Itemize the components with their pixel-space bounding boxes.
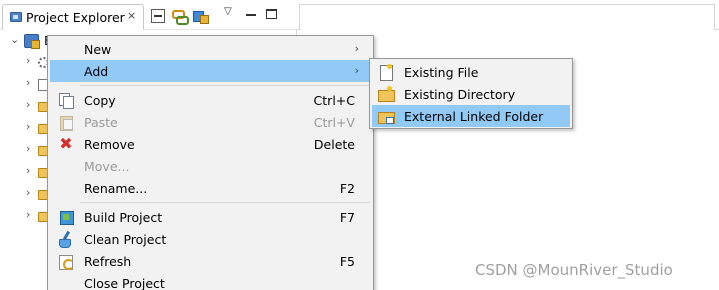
- remove-icon: ✖: [59, 134, 73, 153]
- editor-tab[interactable]: [299, 4, 715, 30]
- expand-toggle[interactable]: ›: [26, 187, 34, 198]
- watermark: CSDN @MounRiver_Studio: [475, 261, 673, 279]
- close-icon[interactable]: ×: [127, 9, 136, 22]
- editor-tabstrip: [297, 0, 719, 30]
- clean-icon: [58, 231, 74, 248]
- copy-icon: [58, 92, 74, 109]
- submenu-item-label: Existing Directory: [404, 87, 516, 102]
- submenu-item-label: External Linked Folder: [404, 109, 544, 124]
- menu-item-copy[interactable]: Copy Ctrl+C: [50, 89, 371, 111]
- menu-item-label: New: [84, 42, 112, 57]
- existing-file-icon: [378, 64, 394, 81]
- menu-item-add[interactable]: Add ›: [50, 60, 371, 82]
- submenu-item-existing-directory[interactable]: Existing Directory: [372, 83, 570, 105]
- paste-icon: [58, 114, 74, 131]
- submenu-item-external-linked-folder[interactable]: External Linked Folder: [372, 105, 570, 127]
- menu-item-new[interactable]: New ›: [50, 38, 371, 60]
- chevron-right-icon: ›: [354, 42, 359, 55]
- existing-directory-icon: [378, 86, 395, 102]
- minimize-icon[interactable]: [246, 14, 256, 16]
- menu-item-label: Remove: [84, 137, 135, 152]
- project-explorer-icon: [10, 12, 22, 22]
- menu-item-label: Build Project: [84, 210, 163, 225]
- menu-item-refresh[interactable]: Refresh F5: [50, 250, 371, 272]
- menu-item-label: Rename...: [84, 181, 148, 196]
- chevron-right-icon: ›: [354, 64, 359, 77]
- expand-toggle[interactable]: ⌄: [10, 34, 19, 45]
- view-menu-icon[interactable]: ▽: [224, 6, 232, 20]
- tab-title: Project Explorer: [26, 10, 125, 25]
- menu-item-label: Paste: [84, 115, 118, 130]
- menu-item-label: Copy: [84, 93, 116, 108]
- menu-item-close-project[interactable]: Close Project: [50, 272, 371, 290]
- linked-folder-icon: [378, 108, 395, 124]
- menu-shortcut: F5: [339, 254, 355, 269]
- project-icon: [24, 34, 40, 49]
- menu-item-label: Clean Project: [84, 232, 167, 247]
- view-header: Project Explorer × ▽: [0, 0, 297, 30]
- menu-item-paste[interactable]: Paste Ctrl+V: [50, 111, 371, 133]
- filter-icon[interactable]: [193, 9, 209, 24]
- submenu-item-label: Existing File: [404, 65, 479, 80]
- menu-separator: [80, 202, 370, 203]
- menu-item-rename[interactable]: Rename... F2: [50, 177, 371, 199]
- menu-item-remove[interactable]: ✖ Remove Delete: [50, 133, 371, 155]
- expand-toggle[interactable]: ›: [26, 99, 34, 110]
- build-icon: [58, 209, 74, 225]
- expand-toggle[interactable]: ›: [26, 209, 34, 220]
- expand-toggle[interactable]: ›: [26, 77, 34, 88]
- tab-project-explorer[interactable]: Project Explorer ×: [2, 4, 144, 30]
- expand-toggle[interactable]: ›: [26, 143, 34, 154]
- menu-item-clean-project[interactable]: Clean Project: [50, 228, 371, 250]
- maximize-icon[interactable]: [266, 9, 277, 19]
- menu-item-move[interactable]: Move...: [50, 155, 371, 177]
- link-with-editor-icon[interactable]: [172, 9, 189, 25]
- menu-separator: [80, 85, 370, 86]
- submenu-item-existing-file[interactable]: Existing File: [372, 61, 570, 83]
- menu-shortcut: Ctrl+C: [313, 93, 355, 108]
- expand-toggle[interactable]: ›: [26, 55, 34, 66]
- expand-toggle[interactable]: ›: [26, 165, 34, 176]
- menu-item-label: Add: [84, 64, 109, 79]
- menu-item-label: Refresh: [84, 254, 132, 269]
- menu-item-label: Close Project: [84, 276, 165, 290]
- add-submenu: Existing File Existing Directory Externa…: [369, 58, 573, 129]
- context-menu: New › Add › Copy Ctrl+C Paste Ctrl+V ✖ R…: [47, 35, 374, 290]
- menu-item-label: Move...: [84, 159, 130, 174]
- menu-item-build-project[interactable]: Build Project F7: [50, 206, 371, 228]
- collapse-all-icon[interactable]: [151, 9, 165, 23]
- menu-shortcut: F7: [339, 210, 355, 225]
- expand-toggle[interactable]: ›: [26, 121, 34, 132]
- menu-shortcut: F2: [339, 181, 355, 196]
- menu-shortcut: Delete: [313, 137, 355, 152]
- refresh-icon: [58, 253, 74, 270]
- menu-shortcut: Ctrl+V: [313, 115, 355, 130]
